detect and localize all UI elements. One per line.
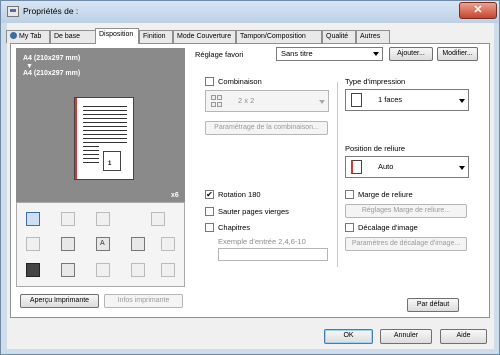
tab-finition[interactable]: Finition bbox=[139, 30, 173, 43]
printer-info-button[interactable]: Infos imprimante bbox=[104, 294, 183, 308]
chapters-label: Chapitres bbox=[218, 223, 251, 232]
window-title: Propriétés de : bbox=[23, 6, 79, 16]
binding-position-value: Auto bbox=[378, 162, 394, 171]
chapters-input[interactable] bbox=[218, 248, 328, 261]
margin-settings-button[interactable]: Réglages Marge de reliure... bbox=[345, 204, 467, 218]
skip-blank-checkbox[interactable] bbox=[205, 207, 214, 216]
modify-favorite-button[interactable]: Modifier... bbox=[437, 47, 478, 61]
tray-icon bbox=[161, 237, 175, 251]
printer-icon bbox=[7, 6, 19, 17]
paper-size-output: A4 (210x297 mm) bbox=[23, 70, 81, 77]
binding-position-label: Position de reliure bbox=[345, 144, 406, 153]
column-divider bbox=[337, 82, 338, 267]
tab-tampon-composition[interactable]: Tampon/Composition bbox=[236, 30, 322, 43]
booklet-icon bbox=[61, 237, 75, 251]
chapters-checkbox[interactable] bbox=[205, 223, 214, 232]
favorite-value: Sans titre bbox=[281, 49, 313, 58]
print-type-select[interactable]: 1 faces bbox=[345, 89, 469, 111]
chevron-down-icon bbox=[319, 100, 325, 104]
image-shift-settings-button[interactable]: Paramètres de décalage d'image... bbox=[345, 237, 467, 251]
copy-icon bbox=[96, 212, 110, 226]
print-type-label: Type d'impression bbox=[345, 77, 406, 86]
font-icon: A bbox=[96, 237, 110, 251]
favorite-label: Réglage favori bbox=[195, 50, 244, 59]
cancel-button[interactable]: Annuler bbox=[380, 329, 432, 344]
image-shift-label: Décalage d'image bbox=[358, 223, 418, 232]
page-number: 1 bbox=[108, 161, 112, 167]
printer-device-icon bbox=[26, 263, 40, 277]
tab-my-tab[interactable]: My Tab bbox=[6, 30, 50, 43]
rotation-label: Rotation 180 bbox=[218, 190, 261, 199]
chevron-down-icon bbox=[373, 52, 379, 56]
binding-edge-marker bbox=[75, 98, 77, 179]
document-icon bbox=[351, 93, 362, 107]
print-type-value: 1 faces bbox=[378, 95, 403, 104]
page-preview: 1 bbox=[74, 97, 134, 180]
tab-qualite[interactable]: Qualité bbox=[322, 30, 356, 43]
chevron-down-icon bbox=[459, 166, 465, 170]
binding-position-select[interactable]: Auto bbox=[345, 156, 469, 178]
help-button[interactable]: Aide bbox=[440, 329, 487, 344]
user-icon bbox=[10, 32, 17, 39]
image-shift-checkbox[interactable] bbox=[345, 223, 354, 232]
punch-icon bbox=[26, 237, 40, 251]
combination-settings-button[interactable]: Paramétrage de la combinaison... bbox=[205, 121, 328, 135]
arrow-down-icon: ▼ bbox=[26, 63, 33, 70]
chapters-example: Exemple d'entrée 2,4,6-10 bbox=[218, 237, 306, 246]
combination-label: Combinaison bbox=[218, 77, 262, 86]
watermark-icon bbox=[131, 237, 145, 251]
title-bar: Propriétés de : ✕ bbox=[1, 1, 499, 23]
output-icon bbox=[151, 212, 165, 226]
tab-disposition[interactable]: Disposition bbox=[95, 28, 139, 44]
tab-autres[interactable]: Autres bbox=[356, 30, 390, 43]
page-thumbnail: 1 bbox=[103, 151, 121, 171]
finisher-icon bbox=[96, 263, 110, 277]
default-button[interactable]: Par défaut bbox=[407, 298, 459, 312]
close-button[interactable]: ✕ bbox=[459, 2, 497, 19]
layout-icon bbox=[26, 212, 40, 226]
margin-label: Marge de reliure bbox=[358, 190, 413, 199]
chevron-down-icon bbox=[459, 99, 465, 103]
copies-count: x6 bbox=[171, 192, 179, 199]
paper-icon bbox=[131, 263, 145, 277]
staple-icon bbox=[61, 212, 75, 226]
tab-de-base[interactable]: De base bbox=[50, 30, 96, 43]
ok-button[interactable]: OK bbox=[324, 329, 373, 344]
add-favorite-button[interactable]: Ajouter... bbox=[389, 47, 433, 61]
rotation-checkbox[interactable]: ✔ bbox=[205, 190, 214, 199]
skip-blank-label: Sauter pages vierges bbox=[218, 207, 289, 216]
grid-icon bbox=[211, 95, 223, 108]
printer-preview-button[interactable]: Aperçu Imprimante bbox=[20, 294, 99, 308]
fold-icon bbox=[161, 263, 175, 277]
combination-select[interactable]: 2 x 2 bbox=[205, 90, 329, 112]
paper-size-source: A4 (210x297 mm) bbox=[23, 55, 81, 62]
tab-mode-couverture[interactable]: Mode Couverture bbox=[173, 30, 236, 43]
favorite-select[interactable]: Sans titre bbox=[276, 47, 383, 61]
user-auth-icon bbox=[61, 263, 75, 277]
binding-icon bbox=[351, 160, 362, 174]
margin-checkbox[interactable] bbox=[345, 190, 354, 199]
combination-value: 2 x 2 bbox=[238, 96, 255, 105]
tab-my-tab-label: My Tab bbox=[19, 33, 42, 40]
combination-checkbox[interactable] bbox=[205, 77, 214, 86]
printer-icon-panel: A bbox=[16, 202, 185, 287]
